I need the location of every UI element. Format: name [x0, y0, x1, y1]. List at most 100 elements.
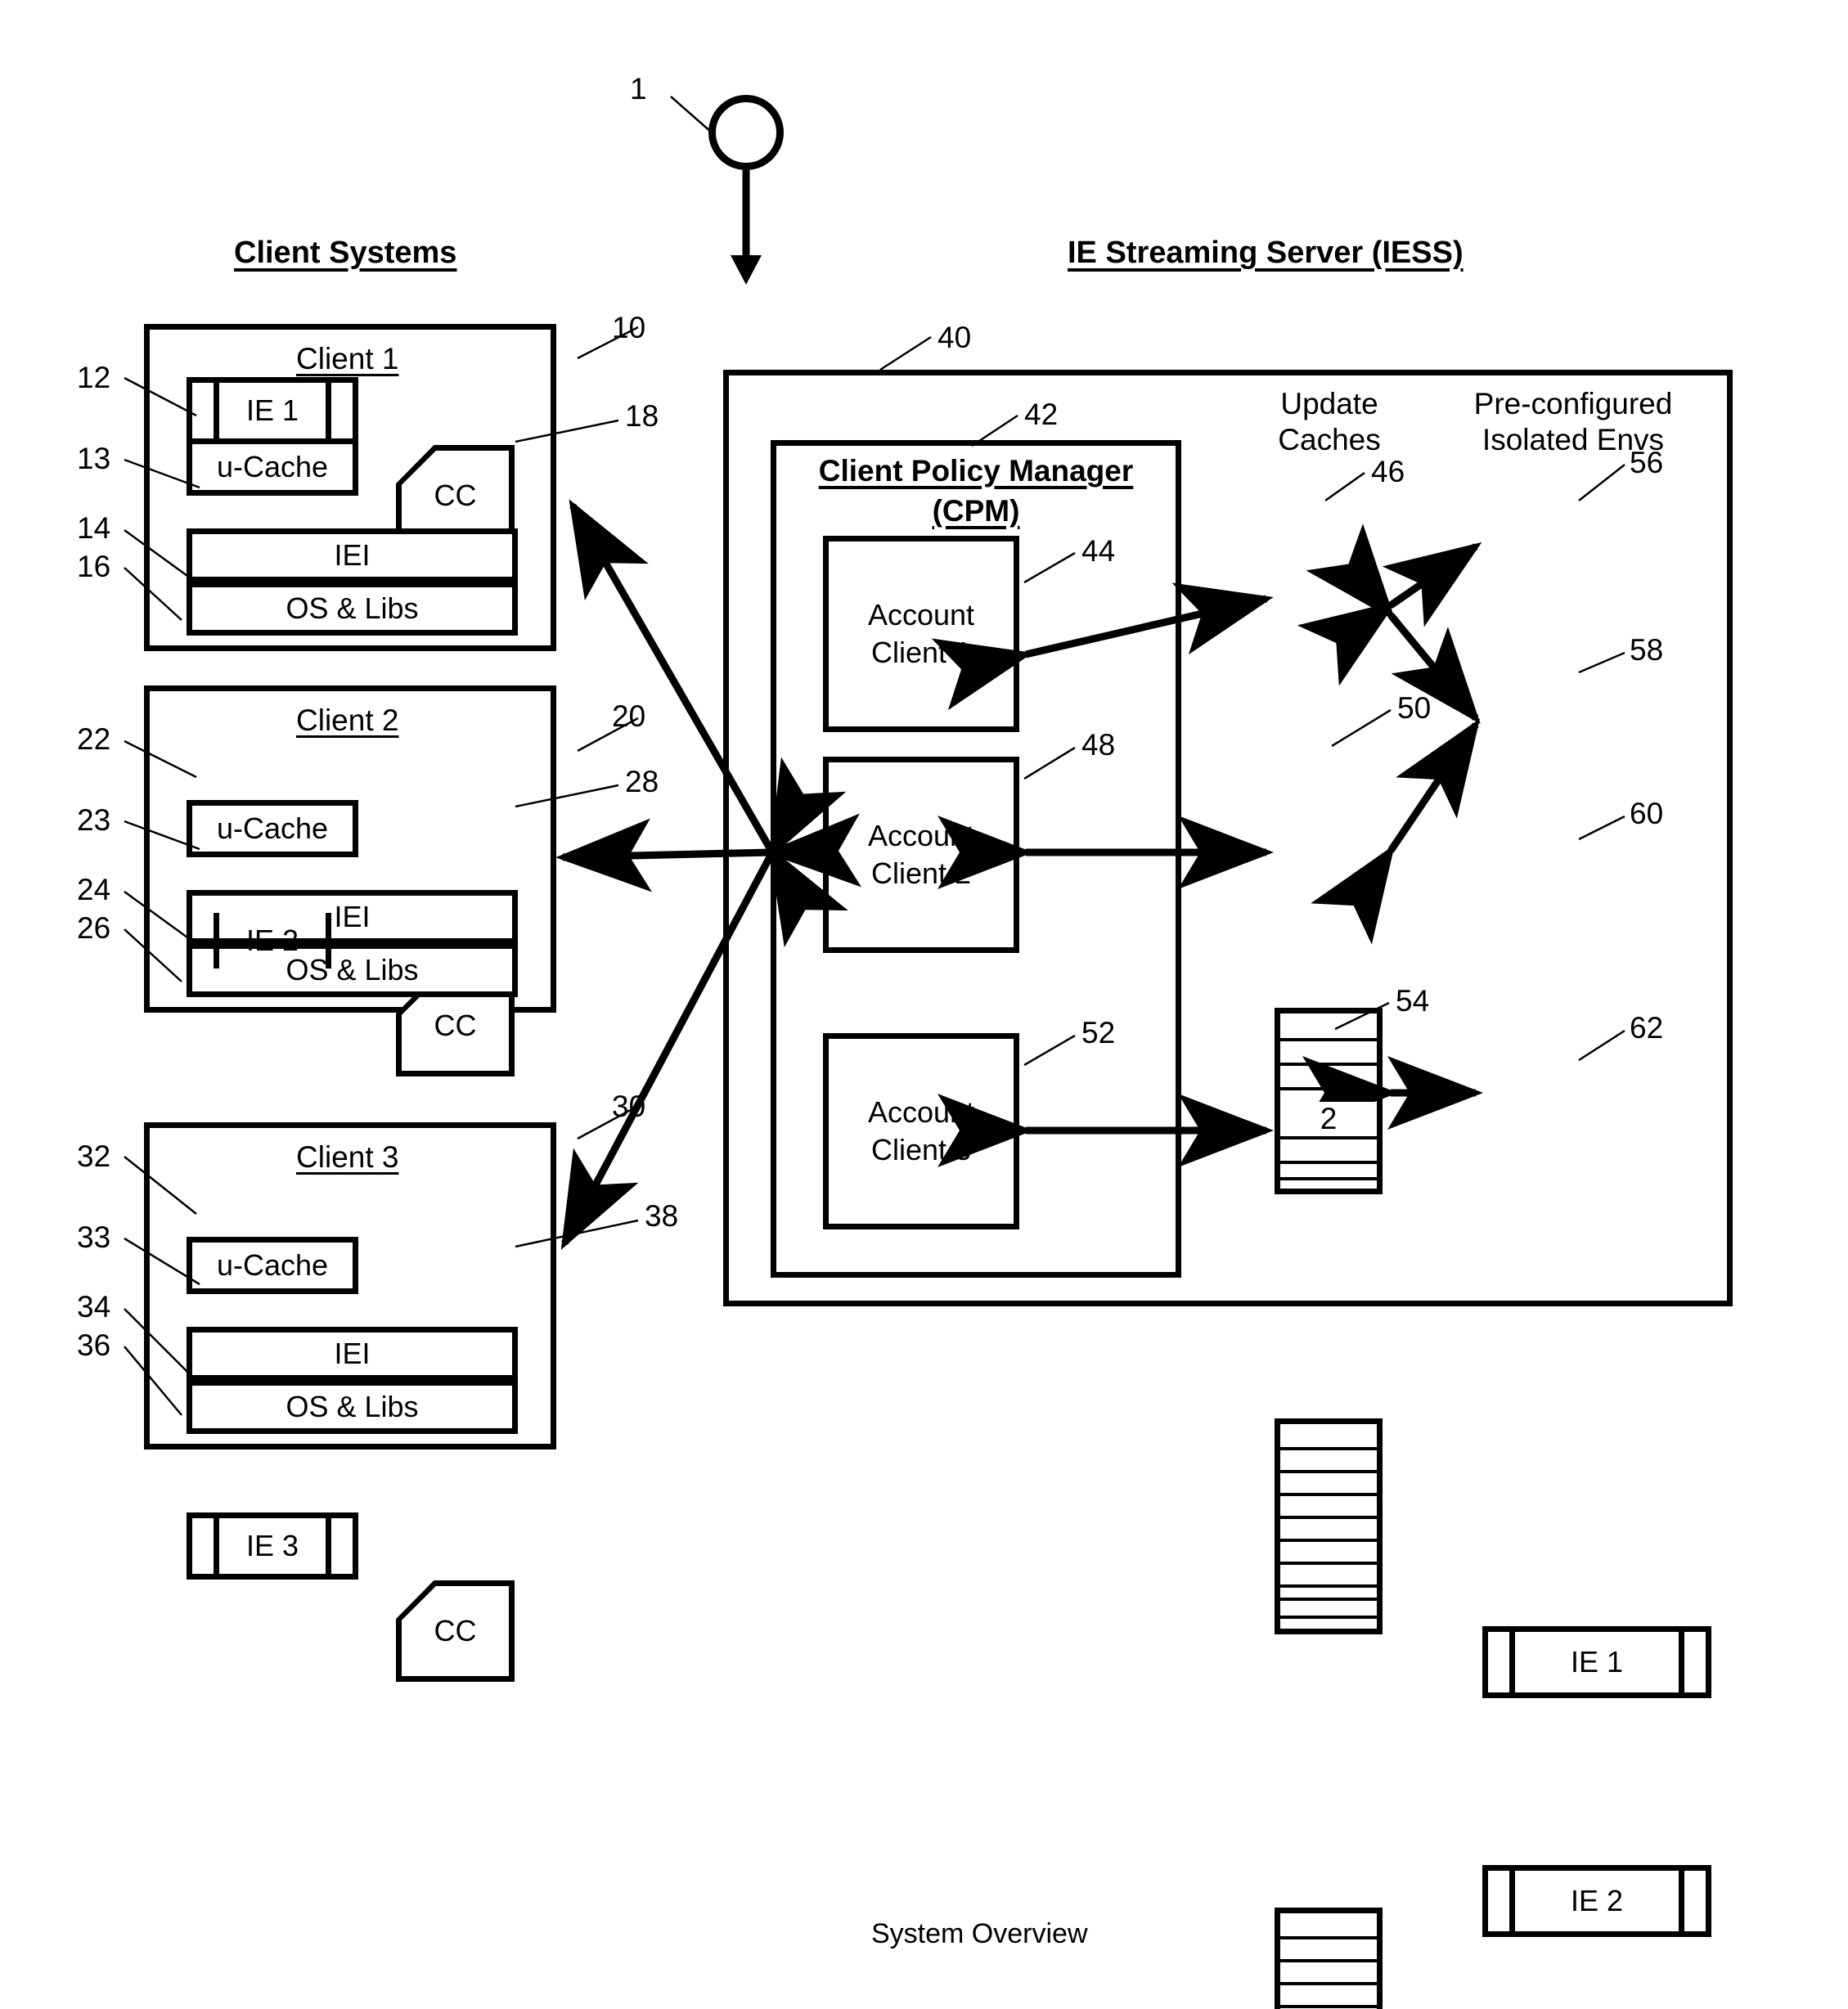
- account-client-2-box[interactable]: Account Client 2: [823, 757, 1019, 953]
- ref-label-28: 28: [625, 765, 659, 798]
- account-client-2-label-line1: Account: [867, 818, 975, 852]
- client-1-ucache[interactable]: u-Cache: [187, 438, 358, 496]
- cache-stripes-icon: [1280, 1913, 1377, 2009]
- client-2-iei-label: IEI: [334, 900, 371, 933]
- ref-label-46: 46: [1371, 455, 1405, 488]
- ref-label-10: 10: [612, 311, 646, 344]
- ref-label-32: 32: [77, 1139, 111, 1173]
- ref-label-42: 42: [1024, 398, 1059, 431]
- client-3-ie-label: IE 3: [245, 1529, 299, 1562]
- ref-label-40: 40: [937, 321, 972, 354]
- client-3-ie-module[interactable]: IE 3: [187, 1512, 358, 1580]
- ref-label-30: 30: [612, 1090, 646, 1123]
- client-2-ie-label: IE 2: [245, 924, 299, 957]
- ref-label-14: 14: [77, 511, 111, 545]
- client-1-os-libs[interactable]: OS & Libs: [187, 582, 518, 636]
- cpm-title: Client Policy Manager (CPM): [771, 452, 1181, 532]
- update-caches-header-line1: Update: [1280, 387, 1378, 420]
- ref-label-34: 34: [77, 1290, 111, 1324]
- iess-header: IE Streaming Server (IESS): [1068, 236, 1464, 270]
- client-1-iei[interactable]: IEI: [187, 528, 518, 582]
- isolated-envs-header-line1: Pre-configured: [1473, 387, 1673, 420]
- client-3-os-libs[interactable]: OS & Libs: [187, 1380, 518, 1434]
- client-2-ucache[interactable]: u-Cache: [187, 800, 358, 857]
- ie-rail-left-icon: [214, 913, 219, 969]
- ie-rail-right-icon: [1679, 1871, 1684, 1931]
- client-1-ucache-label: u-Cache: [216, 450, 329, 483]
- ref-label-26: 26: [77, 911, 111, 945]
- client-3-iei-label: IEI: [334, 1337, 371, 1370]
- isolated-env-ie-1[interactable]: IE 1: [1482, 1626, 1711, 1698]
- client-3-ucache[interactable]: u-Cache: [187, 1237, 358, 1294]
- client-2-cc-label: CC: [434, 1009, 477, 1042]
- update-caches-header-line2: Caches: [1278, 423, 1381, 457]
- client-2-ucache-label: u-Cache: [216, 811, 329, 845]
- ie-rail-right-icon: [326, 383, 331, 438]
- client-2-os-libs[interactable]: OS & Libs: [187, 943, 518, 997]
- ref-label-38: 38: [645, 1199, 679, 1233]
- figure-canvas: 1 Client Systems IE Streaming Server (IE…: [0, 0, 1848, 2009]
- ref-label-33: 33: [77, 1220, 111, 1254]
- update-cache-54[interactable]: [1275, 1908, 1383, 2009]
- client-1-ie-module[interactable]: IE 1: [187, 377, 358, 444]
- client-1-os-label: OS & Libs: [286, 591, 419, 625]
- client-3-cc-label: CC: [434, 1614, 477, 1647]
- ref-label-1: 1: [630, 72, 647, 106]
- account-client-3-label-line2: Client 3: [870, 1133, 972, 1166]
- client-3-title: Client 3: [296, 1140, 399, 1174]
- account-client-3-label-line1: Account: [867, 1094, 975, 1129]
- cache-stripes-icon: [1280, 1013, 1377, 1189]
- ie-rail-left-icon: [1509, 1871, 1515, 1931]
- ref-label-50: 50: [1397, 691, 1432, 725]
- ref-label-56: 56: [1630, 446, 1664, 479]
- ref-label-12: 12: [77, 361, 111, 394]
- ie-rail-right-icon: [326, 1518, 331, 1574]
- client-2-iei[interactable]: IEI: [187, 890, 518, 944]
- client-2-os-label: OS & Libs: [286, 953, 419, 987]
- ref-label-13: 13: [77, 442, 111, 475]
- ref-label-54: 54: [1396, 984, 1430, 1018]
- client-systems-header: Client Systems: [234, 236, 457, 270]
- isolated-env-ie-2[interactable]: IE 2: [1482, 1865, 1711, 1937]
- client-3-ucache-label: u-Cache: [216, 1248, 329, 1282]
- cpm-title-line2: (CPM): [932, 493, 1020, 528]
- client-1-ie-label: IE 1: [245, 393, 299, 427]
- figure-caption: System Overview: [871, 1918, 1088, 1949]
- ref-label-23: 23: [77, 803, 111, 837]
- cpm-title-line1: Client Policy Manager: [818, 454, 1134, 488]
- isolated-env-ie-2-label: IE 2: [1570, 1884, 1624, 1917]
- ref-label-48: 48: [1081, 728, 1116, 762]
- account-client-3-box[interactable]: Account Client 3: [823, 1033, 1019, 1229]
- ie-rail-left-icon: [1509, 1632, 1515, 1692]
- ref-label-22: 22: [77, 722, 111, 756]
- ie-rail-right-icon: [1679, 1632, 1684, 1692]
- ie-rail-left-icon: [214, 1518, 219, 1574]
- update-caches-header: Update Caches: [1235, 386, 1423, 459]
- update-cache-46[interactable]: 2: [1275, 1008, 1383, 1194]
- client-2-title: Client 2: [296, 703, 399, 737]
- ref-label-18: 18: [625, 399, 659, 433]
- account-client-1-label-line2: Client 1: [870, 636, 972, 669]
- client-1-cc-label: CC: [434, 479, 477, 512]
- cache-stripes-icon: [1280, 1424, 1377, 1629]
- ie-rail-left-icon: [214, 383, 219, 438]
- ref-label-24: 24: [77, 873, 111, 906]
- ref-label-62: 62: [1630, 1011, 1664, 1045]
- ref-label-52: 52: [1081, 1016, 1116, 1049]
- account-client-2-label-line2: Client 2: [870, 856, 972, 890]
- ref-label-44: 44: [1081, 534, 1116, 568]
- update-cache-50[interactable]: [1275, 1418, 1383, 1634]
- client-3-iei[interactable]: IEI: [187, 1327, 518, 1381]
- client-1-title: Client 1: [296, 342, 399, 375]
- client-3-cc-shape[interactable]: CC: [396, 1580, 515, 1682]
- ref-label-36: 36: [77, 1328, 111, 1362]
- entry-node-circle: [708, 95, 784, 170]
- account-client-1-box[interactable]: Account Client 1: [823, 536, 1019, 732]
- update-cache-46-value: 2: [1280, 1102, 1377, 1136]
- client-1-iei-label: IEI: [334, 538, 371, 572]
- ref-label-20: 20: [612, 699, 646, 733]
- ref-label-16: 16: [77, 550, 111, 583]
- client-3-os-label: OS & Libs: [286, 1390, 419, 1423]
- account-client-1-label-line1: Account: [867, 597, 975, 631]
- ie-rail-right-icon: [326, 913, 331, 969]
